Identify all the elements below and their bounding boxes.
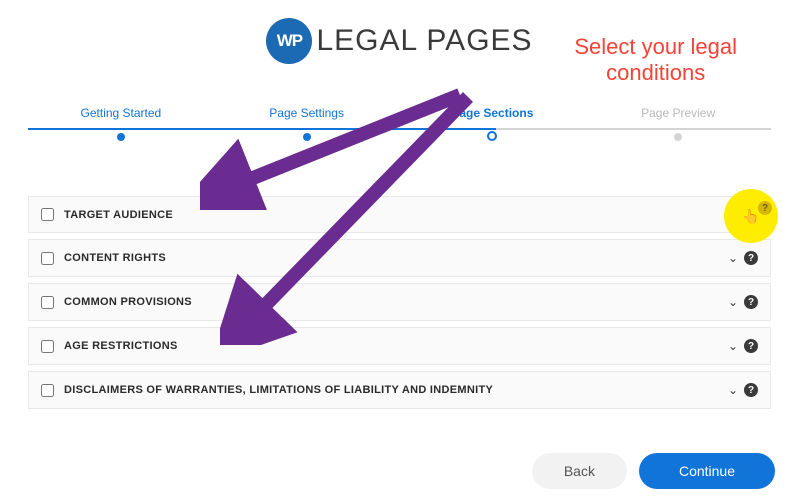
section-common-provisions[interactable]: COMMON PROVISIONS ⌄ ? [28, 283, 771, 321]
help-icon[interactable]: ? [744, 339, 758, 353]
chevron-down-icon[interactable]: ⌄ [728, 339, 738, 353]
footer-actions: Back Continue [532, 453, 775, 489]
section-title: CONTENT RIGHTS [64, 252, 728, 264]
step-dot-icon [303, 133, 311, 141]
step-label: Page Sections [400, 106, 586, 120]
step-dot-icon [117, 133, 125, 141]
section-target-audience[interactable]: TARGET AUDIENCE 👆 ? [28, 196, 771, 233]
section-checkbox[interactable] [41, 384, 54, 397]
section-disclaimers[interactable]: DISCLAIMERS OF WARRANTIES, LIMITATIONS O… [28, 371, 771, 409]
continue-button[interactable]: Continue [639, 453, 775, 489]
section-age-restrictions[interactable]: AGE RESTRICTIONS ⌄ ? [28, 327, 771, 365]
cursor-highlight: 👆 ? [724, 189, 778, 243]
section-checkbox[interactable] [41, 252, 54, 265]
brand-name: LEGAL PAGES [316, 24, 532, 58]
back-button[interactable]: Back [532, 453, 627, 489]
step-page-sections[interactable]: Page Sections [400, 106, 586, 146]
chevron-down-icon[interactable]: ⌄ [728, 251, 738, 265]
chevron-down-icon[interactable]: ⌄ [728, 383, 738, 397]
section-title: DISCLAIMERS OF WARRANTIES, LIMITATIONS O… [64, 384, 728, 396]
help-icon[interactable]: ? [758, 201, 772, 215]
step-getting-started[interactable]: Getting Started [28, 106, 214, 146]
section-checkbox[interactable] [41, 340, 54, 353]
step-dot-icon [674, 133, 682, 141]
help-icon[interactable]: ? [744, 295, 758, 309]
brand-badge: WP [266, 18, 312, 64]
annotation-line2: conditions [606, 60, 705, 85]
step-page-preview[interactable]: Page Preview [585, 106, 771, 146]
section-title: TARGET AUDIENCE [64, 209, 758, 221]
step-label: Page Preview [585, 106, 771, 120]
section-content-rights[interactable]: CONTENT RIGHTS ⌄ ? [28, 239, 771, 277]
section-checkbox[interactable] [41, 208, 54, 221]
step-dot-icon [487, 131, 497, 141]
section-title: COMMON PROVISIONS [64, 296, 728, 308]
sections-list: TARGET AUDIENCE 👆 ? CONTENT RIGHTS ⌄ ? C… [28, 196, 771, 409]
pointer-cursor-icon: 👆 [742, 208, 759, 225]
chevron-down-icon[interactable]: ⌄ [728, 295, 738, 309]
step-page-settings[interactable]: Page Settings [214, 106, 400, 146]
help-icon[interactable]: ? [744, 383, 758, 397]
section-title: AGE RESTRICTIONS [64, 340, 728, 352]
help-icon[interactable]: ? [744, 251, 758, 265]
step-label: Page Settings [214, 106, 400, 120]
progress-stepper: Getting Started Page Settings Page Secti… [28, 106, 771, 146]
annotation-callout: Select your legal conditions [574, 34, 737, 87]
section-checkbox[interactable] [41, 296, 54, 309]
annotation-line1: Select your legal [574, 34, 737, 59]
step-label: Getting Started [28, 106, 214, 120]
